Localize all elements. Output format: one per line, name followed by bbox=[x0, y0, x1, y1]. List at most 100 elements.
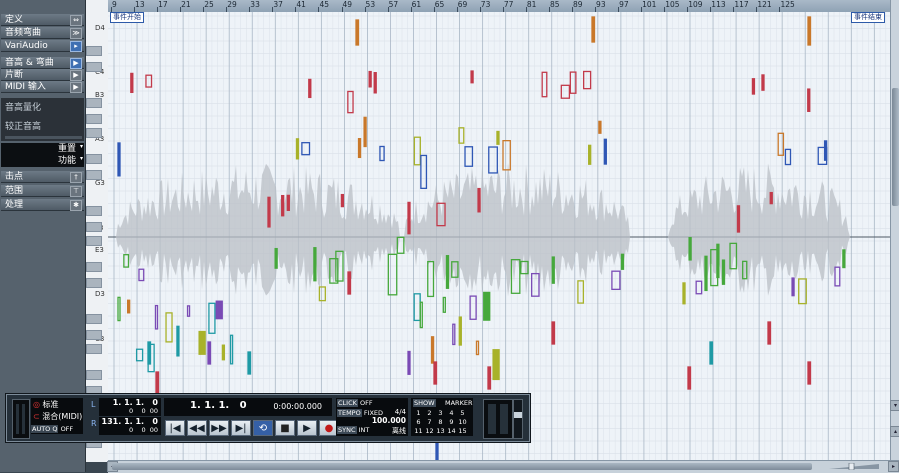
note[interactable] bbox=[502, 140, 511, 171]
marker-12-button[interactable]: 12 bbox=[424, 427, 435, 435]
horizontal-scrollbar[interactable]: ◂ ▸ bbox=[107, 460, 899, 473]
functions-dropdown[interactable]: 功能 bbox=[1, 155, 76, 167]
note[interactable] bbox=[357, 138, 362, 159]
black-key[interactable] bbox=[86, 98, 102, 108]
note[interactable] bbox=[313, 247, 317, 282]
note[interactable] bbox=[229, 334, 234, 365]
note[interactable] bbox=[117, 142, 121, 177]
inspector-midi-input[interactable]: MIDI 输入 ▶ bbox=[1, 81, 84, 93]
go-to-end-button[interactable]: ▶| bbox=[231, 420, 251, 436]
marker-15-button[interactable]: 15 bbox=[457, 427, 468, 435]
note[interactable] bbox=[477, 187, 481, 213]
record-mode-standard[interactable]: ◎ 标准 bbox=[33, 399, 59, 410]
scroll-up-icon[interactable]: ▴ bbox=[890, 426, 899, 437]
note[interactable] bbox=[603, 138, 607, 165]
black-key[interactable] bbox=[86, 128, 102, 138]
scroll-right-icon[interactable]: ▸ bbox=[888, 461, 899, 472]
event-start-marker[interactable]: 事件开始 bbox=[110, 12, 144, 23]
note[interactable] bbox=[709, 341, 714, 365]
note[interactable] bbox=[420, 154, 428, 190]
right-locator-display[interactable]: 131. 1. 1. 0 0 0 00 bbox=[99, 417, 161, 435]
vertical-scroll-thumb[interactable] bbox=[892, 88, 899, 206]
black-key[interactable] bbox=[86, 278, 102, 288]
master-fader[interactable] bbox=[513, 399, 523, 439]
note[interactable] bbox=[207, 341, 212, 365]
note[interactable] bbox=[347, 271, 352, 295]
zoom-slider[interactable] bbox=[827, 463, 885, 470]
note[interactable] bbox=[433, 361, 438, 385]
note[interactable] bbox=[373, 72, 377, 94]
note[interactable] bbox=[807, 16, 812, 46]
note[interactable] bbox=[687, 366, 692, 390]
note-editor-grid[interactable] bbox=[108, 12, 890, 460]
note[interactable] bbox=[407, 350, 411, 375]
marker-7-button[interactable]: 7 bbox=[424, 418, 435, 426]
note[interactable] bbox=[751, 78, 756, 95]
range-icon[interactable]: ⊤ bbox=[70, 186, 82, 197]
note[interactable] bbox=[704, 255, 708, 292]
note[interactable] bbox=[430, 336, 435, 364]
note[interactable] bbox=[598, 120, 602, 134]
black-key[interactable] bbox=[86, 344, 102, 354]
rewind-button[interactable]: ◀◀ bbox=[187, 420, 207, 436]
black-key[interactable] bbox=[86, 170, 102, 180]
marker-8-button[interactable]: 8 bbox=[435, 418, 446, 426]
note[interactable] bbox=[347, 90, 354, 114]
note[interactable] bbox=[488, 146, 498, 174]
note[interactable] bbox=[165, 312, 173, 343]
note[interactable] bbox=[281, 194, 285, 217]
marker-5-button[interactable]: 5 bbox=[457, 409, 468, 417]
marker-3-button[interactable]: 3 bbox=[435, 409, 446, 417]
pitch-warp-arrow-icon[interactable]: ▶ bbox=[70, 58, 82, 69]
note[interactable] bbox=[588, 144, 592, 165]
black-key[interactable] bbox=[86, 370, 102, 380]
note[interactable] bbox=[583, 70, 592, 90]
note[interactable] bbox=[475, 340, 480, 356]
click-toggle[interactable]: CLICK OFF bbox=[337, 399, 373, 407]
note[interactable] bbox=[368, 70, 372, 88]
reset-chevron-icon[interactable]: ▾ bbox=[80, 143, 83, 150]
black-key[interactable] bbox=[86, 236, 102, 246]
note[interactable] bbox=[551, 321, 556, 345]
note[interactable] bbox=[387, 253, 398, 296]
marker-1-button[interactable]: 1 bbox=[413, 409, 424, 417]
inspector-segments[interactable]: 片断 ▶ bbox=[1, 69, 84, 81]
position-display[interactable]: 1. 1. 1. 0 0:00:00.000 bbox=[164, 398, 332, 416]
sync-toggle[interactable]: SYNC INT bbox=[337, 426, 369, 434]
note[interactable] bbox=[682, 282, 686, 305]
note[interactable] bbox=[147, 341, 152, 365]
marker-9-button[interactable]: 9 bbox=[446, 418, 457, 426]
note[interactable] bbox=[688, 236, 692, 261]
note[interactable] bbox=[340, 193, 345, 208]
black-key[interactable] bbox=[86, 114, 102, 124]
note[interactable] bbox=[135, 348, 144, 362]
note[interactable] bbox=[834, 266, 841, 287]
horizontal-scroll-thumb[interactable] bbox=[112, 463, 812, 470]
note[interactable] bbox=[355, 19, 360, 46]
marker-11-button[interactable]: 11 bbox=[413, 427, 424, 435]
note[interactable] bbox=[154, 304, 159, 330]
record-mode-mix[interactable]: ⊂ 混合(MIDI) bbox=[33, 411, 82, 422]
marker-14-button[interactable]: 14 bbox=[446, 427, 457, 435]
show-markers-toggle[interactable]: SHOW bbox=[413, 399, 436, 407]
segments-arrow-icon[interactable]: ▶ bbox=[70, 70, 82, 81]
reset-button[interactable]: 重置 bbox=[1, 143, 76, 155]
inspector-hitpoints[interactable]: 击点 † bbox=[1, 171, 84, 183]
note[interactable] bbox=[318, 286, 326, 302]
note[interactable] bbox=[721, 259, 726, 285]
note[interactable] bbox=[295, 138, 300, 160]
black-key[interactable] bbox=[86, 206, 102, 216]
note[interactable] bbox=[127, 299, 131, 314]
vertical-scrollbar[interactable]: ▾ ▴ bbox=[890, 0, 899, 460]
inspector-variaudio[interactable]: VariAudio ▸ bbox=[1, 40, 84, 52]
note[interactable] bbox=[442, 296, 446, 313]
note[interactable] bbox=[186, 305, 191, 317]
note[interactable] bbox=[761, 74, 765, 91]
event-end-marker[interactable]: 事件结束 bbox=[851, 12, 885, 23]
marker-4-button[interactable]: 4 bbox=[446, 409, 457, 417]
black-key[interactable] bbox=[86, 262, 102, 272]
note[interactable] bbox=[620, 253, 625, 270]
note[interactable] bbox=[551, 256, 555, 284]
black-key[interactable] bbox=[86, 222, 102, 232]
note[interactable] bbox=[419, 301, 423, 329]
